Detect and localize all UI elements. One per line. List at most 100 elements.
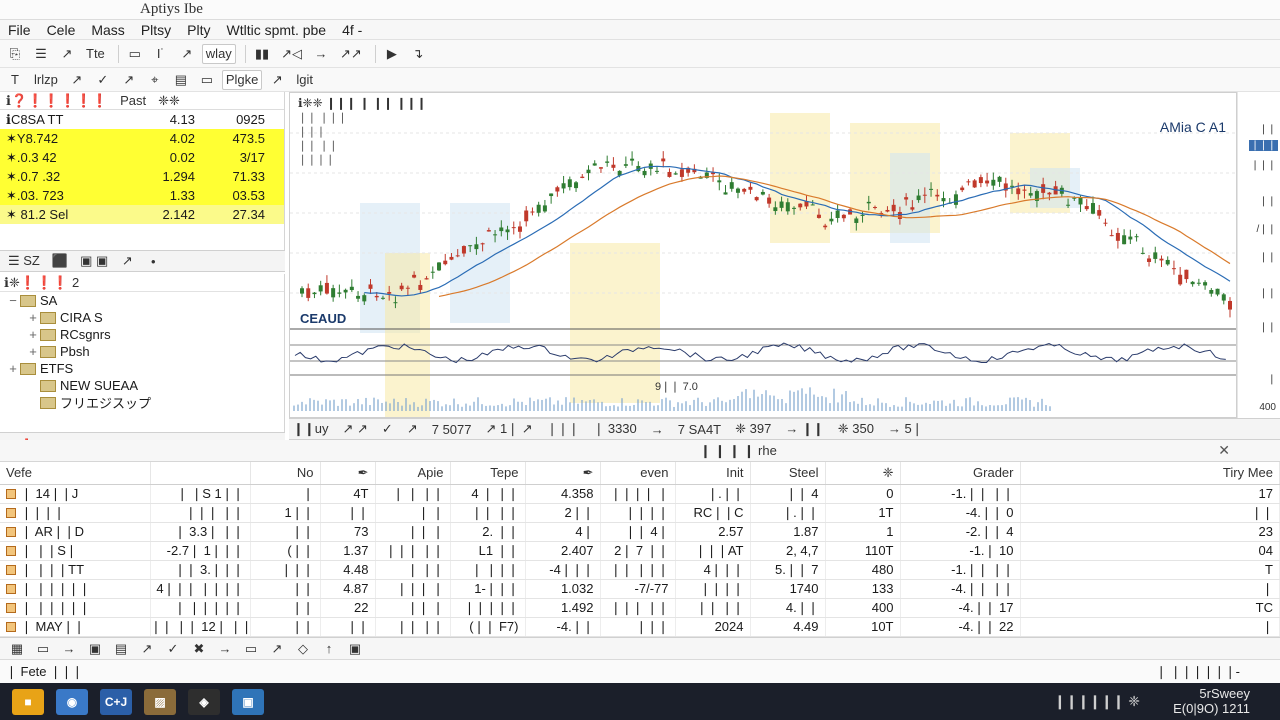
table-row[interactable]: ❘ ❘❘❘TT ❘❘ 3.❘❘❘ ❘❘❘ 4.48 ❘ ❘❘ ❘ ❘❘❘ -4❘❘❘ ❘❘ ❘… bbox=[0, 560, 1280, 580]
chart-tab[interactable]: ✓ bbox=[382, 421, 393, 437]
column-header[interactable]: No bbox=[250, 462, 321, 485]
navigator-item[interactable]: + ETFS bbox=[0, 360, 284, 377]
column-header[interactable]: Init bbox=[675, 462, 751, 485]
menu-pltsy[interactable]: Pltsy bbox=[133, 22, 179, 38]
tree-toggle-icon[interactable]: + bbox=[26, 327, 40, 342]
zoom-icon[interactable]: ↗↗ bbox=[336, 44, 366, 64]
bottom-toolbar-icon[interactable]: ▣ bbox=[344, 639, 366, 659]
table-row[interactable]: ❘ ❘❘❘❘❘ ❘ ❘❘❘❘❘ ❘❘ 22 ❘❘ ❘ ❘❘❘❘❘ 1.492 ❘❘❘ ❘❘ ❘❘… bbox=[0, 598, 1280, 618]
bottom-toolbar-icon[interactable]: ▣ bbox=[84, 639, 106, 659]
chart-tab[interactable]: 7 5077 bbox=[432, 422, 472, 437]
bar-chart-icon[interactable]: ▮▮ bbox=[251, 44, 273, 64]
taskbar-app-icon[interactable]: ◉ bbox=[56, 688, 88, 715]
chart-tab[interactable]: ❙❙uy bbox=[293, 421, 329, 437]
chart-tab[interactable]: → bbox=[651, 422, 664, 437]
line-tool-icon[interactable]: ↗ bbox=[56, 44, 78, 64]
text-tool-icon[interactable]: T bbox=[4, 70, 26, 90]
chart-window[interactable]: ℹ❈❈ ❙❙❙ ❙ ❙❙ ❙❙❙ ❘❘ ❘❘❘ ❘❘❘ ❘❘ ❘❘ ❘❘❘❘ C… bbox=[289, 92, 1237, 418]
line-studies-button[interactable]: lrlzp bbox=[30, 70, 62, 90]
bottom-toolbar-icon[interactable]: ▭ bbox=[32, 639, 54, 659]
column-header[interactable] bbox=[150, 462, 251, 485]
bottom-toolbar-icon[interactable]: ◇ bbox=[292, 639, 314, 659]
market-watch-col-last[interactable]: Past bbox=[114, 93, 152, 108]
template-icon[interactable]: ▭ bbox=[196, 70, 218, 90]
play-icon[interactable]: ▶ bbox=[381, 44, 403, 64]
rectangle-tool-icon[interactable]: ▭ bbox=[124, 44, 146, 64]
column-header[interactable]: Vefe bbox=[0, 462, 151, 485]
chart-tab[interactable]: → ❙❙ bbox=[785, 421, 823, 437]
bottom-toolbar-icon[interactable]: ▭ bbox=[240, 639, 262, 659]
tree-toggle-icon[interactable]: − bbox=[6, 293, 20, 308]
market-watch-row[interactable]: ✶.03. 723 1.33 03.53 bbox=[0, 186, 284, 205]
chart-tab[interactable]: ❘ 3330 bbox=[593, 421, 636, 437]
new-chart-icon[interactable]: ⎘ bbox=[4, 44, 26, 64]
market-watch-row[interactable]: ✶Y8.742 4.02 473.5 bbox=[0, 129, 284, 148]
bottom-toolbar-icon[interactable]: → bbox=[58, 639, 80, 659]
chart-tab[interactable]: ❘❘❘ bbox=[547, 421, 580, 437]
table-row[interactable]: ❘❘❘❘ ❘❘❘ ❘❘ 1❘❘ ❘❘ ❘ ❘ ❘❘ ❘❘ 2❘❘ ❘❘❘❘ RC❘❘C ❘.❘❘ 1… bbox=[0, 503, 1280, 523]
tab-ticks[interactable]: ↗ bbox=[116, 251, 138, 271]
column-header[interactable]: Apie bbox=[375, 462, 451, 485]
chart-tab[interactable]: ❈ 397 bbox=[735, 421, 771, 437]
market-watch-row[interactable]: ℹC8SA TT 4.13 0925 bbox=[0, 110, 284, 129]
bottom-toolbar-icon[interactable]: ↗ bbox=[266, 639, 288, 659]
menu-cele[interactable]: Cele bbox=[39, 22, 84, 38]
column-header[interactable]: ✒ bbox=[525, 462, 601, 485]
table-row[interactable]: ❘ 14❘❘J ❘ ❘S 1❘❘ ❘ 4T ❘ ❘ ❘❘ 4 ❘ ❘❘ 4.358 ❘❘❘❘ … bbox=[0, 484, 1280, 504]
plugins-button[interactable]: Plgke bbox=[221, 69, 263, 90]
bottom-toolbar-icon[interactable]: ↗ bbox=[136, 639, 158, 659]
taskbar-app-icon[interactable]: ▨ bbox=[144, 688, 176, 715]
bottom-toolbar-icon[interactable]: ✓ bbox=[162, 639, 184, 659]
profiles-icon[interactable]: ☰ bbox=[30, 44, 52, 64]
system-tray[interactable]: ❙❙❙❙❙❙ ❈ bbox=[1054, 693, 1140, 710]
column-header[interactable]: ✒ bbox=[320, 462, 376, 485]
tab-more[interactable]: • bbox=[142, 251, 164, 271]
chart-tab[interactable]: 7 SA4T bbox=[678, 422, 721, 437]
tab-symbols[interactable]: ☰ SZ bbox=[4, 251, 44, 271]
bottom-toolbar-icon[interactable]: ▦ bbox=[6, 639, 28, 659]
text-tool-button[interactable]: Tte bbox=[82, 44, 109, 64]
market-watch-row[interactable]: ✶.0.3 42 0.02 3/17 bbox=[0, 148, 284, 167]
chart-tab[interactable]: ❈ 350 bbox=[838, 421, 874, 437]
navigator-item[interactable]: + Pbsh bbox=[0, 343, 284, 360]
menu-plty[interactable]: Plty bbox=[179, 22, 218, 38]
menu-doc-title[interactable]: Wtltic spmt. pbe bbox=[219, 22, 335, 38]
navigator-item[interactable]: フリエジスップ bbox=[0, 394, 284, 411]
taskbar-app-icon[interactable]: C+J bbox=[100, 688, 132, 715]
column-header[interactable]: Steel bbox=[750, 462, 826, 485]
column-header[interactable]: Tiry Mee bbox=[1020, 462, 1280, 485]
menu-file[interactable]: File bbox=[0, 22, 39, 38]
price-scale[interactable]: ❘❘ ❘❘❘ ❘❘❘ ❘❘ /❘❘ ❘❘ ❘❘ ❘❘ ❘ 400 bbox=[1237, 92, 1280, 418]
market-watch-row[interactable]: ✶.0.7 .32 1.294 71.33 bbox=[0, 167, 284, 186]
tab-details[interactable]: ⬛ bbox=[48, 251, 72, 271]
market-watch-row[interactable]: ✶ 81.2 Sel 2.142 27.34 bbox=[0, 205, 284, 224]
price-chart[interactable] bbox=[290, 93, 1237, 418]
navigator-item[interactable]: + RCsgnrs bbox=[0, 326, 284, 343]
trend-arrow-icon[interactable]: ↗ bbox=[176, 44, 198, 64]
diagonal-icon[interactable]: ↗ bbox=[118, 70, 140, 90]
column-header[interactable]: Grader bbox=[900, 462, 1021, 485]
crosshair-icon[interactable]: ⌖ bbox=[144, 70, 166, 90]
grid-icon[interactable]: ▤ bbox=[170, 70, 192, 90]
column-header[interactable]: Tepe bbox=[450, 462, 526, 485]
autotrading-button[interactable]: wlay bbox=[201, 43, 236, 64]
tree-toggle-icon[interactable]: + bbox=[26, 344, 40, 359]
chart-tab[interactable]: ↗ 1❘ ↗ bbox=[486, 421, 533, 437]
logit-button[interactable]: lgit bbox=[292, 70, 317, 90]
taskbar-app-icon[interactable]: ■ bbox=[12, 688, 44, 715]
market-watch-col-spread[interactable]: ❈❈ bbox=[152, 93, 186, 109]
taskbar-app-icon[interactable]: ▣ bbox=[232, 688, 264, 715]
chart-tab[interactable]: ↗ ↗ bbox=[343, 421, 368, 437]
bottom-toolbar-icon[interactable]: ↑ bbox=[318, 639, 340, 659]
column-header[interactable]: ❈ bbox=[825, 462, 901, 485]
tab-trading[interactable]: ▣ ▣ bbox=[76, 251, 112, 271]
navigator-item[interactable]: NEW SUEAA bbox=[0, 377, 284, 394]
check-icon[interactable]: ✓ bbox=[92, 70, 114, 90]
table-row[interactable]: ❘ ❘❘S❘ -2.7❘ 1❘❘❘ (❘❘ 1.37 ❘❘❘ ❘❘ L1 ❘❘ 2.407 2… bbox=[0, 541, 1280, 561]
candles-icon[interactable]: ↗◁ bbox=[277, 44, 306, 64]
taskbar-app-icon[interactable]: ◈ bbox=[188, 688, 220, 715]
table-row[interactable]: ❘ ❘❘❘❘❘ 4❘❘❘ ❘❘❘❘ ❘❘ 4.87 ❘❘❘ ❘ 1-❘❘❘ 1.032 -7/… bbox=[0, 579, 1280, 599]
chart-tab[interactable]: ↗ bbox=[407, 421, 418, 437]
column-header[interactable]: even bbox=[600, 462, 676, 485]
cursor-icon[interactable]: I˙ bbox=[150, 44, 172, 64]
